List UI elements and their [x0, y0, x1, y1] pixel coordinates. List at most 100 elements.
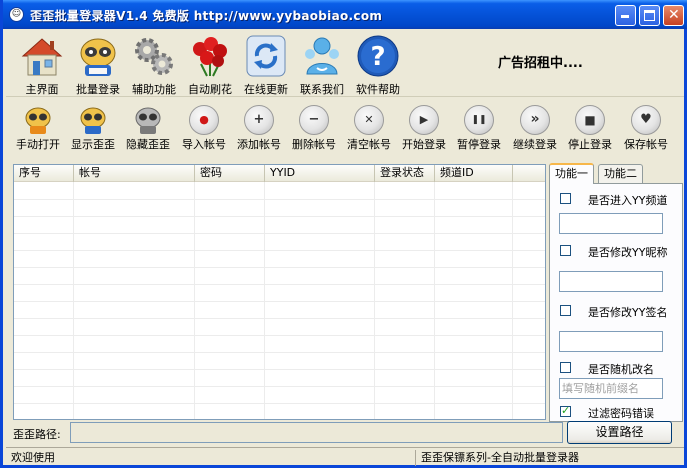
modify-nickname-checkbox[interactable]	[560, 245, 571, 256]
record-icon: ●	[189, 105, 219, 135]
column-header-account[interactable]: 帐号	[74, 165, 195, 182]
status-bar: 欢迎使用 歪歪保镖系列-全自动批量登录器	[6, 447, 684, 466]
table-row-line	[14, 250, 545, 251]
yy-path-input[interactable]	[70, 422, 563, 443]
enter-channel-checkbox[interactable]	[560, 193, 571, 204]
yy-path-label: 歪歪路径:	[13, 428, 61, 441]
import-accounts-button[interactable]: ● 导入帐号	[177, 102, 231, 156]
table-row-line	[14, 267, 545, 268]
table-row-line	[14, 403, 545, 404]
modify-signature-checkbox[interactable]	[560, 305, 571, 316]
title-bar[interactable]: ☺ 歪歪批量登录器V1.4 免费版 http://www.yybaobiao.c…	[3, 0, 687, 29]
nickname-input[interactable]	[559, 271, 663, 292]
column-header-yyid[interactable]: YYID	[265, 165, 375, 182]
toolbar-contact-label: 联系我们	[300, 83, 344, 96]
app-window: ☺ 歪歪批量登录器V1.4 免费版 http://www.yybaobiao.c…	[0, 0, 687, 468]
signature-input[interactable]	[559, 331, 663, 352]
table-row-line	[14, 386, 545, 387]
maximize-icon	[644, 10, 655, 21]
help-icon: ?	[357, 35, 399, 77]
delete-account-button[interactable]: − 删除帐号	[287, 102, 341, 156]
maximize-button[interactable]	[639, 5, 660, 26]
toolbar-help-button[interactable]: ? 软件帮助	[350, 31, 406, 96]
save-accounts-label: 保存帐号	[624, 138, 668, 151]
column-header-index[interactable]: 序号	[14, 165, 74, 182]
random-prefix-input[interactable]: 填写随机前缀名	[559, 378, 663, 399]
toolbar-auto-flower-label: 自动刷花	[188, 83, 232, 96]
filter-bad-password-label: 过滤密码错误	[588, 407, 654, 420]
gears-icon	[135, 38, 173, 75]
toolbar-auto-flower-button[interactable]: 自动刷花	[182, 31, 238, 96]
accounts-table[interactable]: 序号 帐号 密码 YYID 登录状态 频道ID	[13, 164, 546, 420]
action-toolbar: 手动打开 显示歪歪 隐藏歪歪 ● 导入帐号 + 添加帐号 − 删除帐号 ✕ 清空…	[6, 102, 684, 158]
show-yy-button[interactable]: 显示歪歪	[66, 102, 120, 156]
close-button[interactable]: ✕	[663, 5, 684, 26]
manual-open-button[interactable]: 手动打开	[11, 102, 65, 156]
save-accounts-button[interactable]: ♥ 保存帐号	[619, 102, 673, 156]
roses-icon	[193, 37, 227, 77]
enter-channel-label: 是否进入YY频道	[588, 194, 668, 207]
modify-signature-label: 是否修改YY签名	[588, 306, 668, 319]
toolbar-batch-login-label: 批量登录	[76, 83, 120, 96]
minus-icon: −	[299, 105, 329, 135]
toolbar-update-label: 在线更新	[244, 83, 288, 96]
stop-icon: ■	[575, 105, 605, 135]
raccoon-icon	[80, 38, 116, 76]
svg-text:?: ?	[370, 42, 385, 72]
hide-yy-button[interactable]: 隐藏歪歪	[121, 102, 175, 156]
app-logo-icon: ☺	[9, 7, 24, 22]
toolbar-help-label: 软件帮助	[356, 83, 400, 96]
window-title: 歪歪批量登录器V1.4 免费版 http://www.yybaobiao.com	[30, 9, 383, 23]
table-row-line	[14, 199, 545, 200]
close-icon: ✕	[668, 7, 680, 23]
main-toolbar: 主界面 批量登录 辅助功能 自动刷花 在线更新 联系我们 ? 软件帮助 广告招租…	[6, 29, 684, 97]
random-rename-label: 是否随机改名	[588, 363, 654, 376]
plus-icon: +	[244, 105, 274, 135]
channel-input[interactable]	[559, 213, 663, 234]
minimize-button[interactable]	[615, 5, 636, 26]
toolbar-home-label: 主界面	[25, 83, 59, 96]
start-login-button[interactable]: ▶ 开始登录	[397, 102, 451, 156]
toolbar-contact-button[interactable]: 联系我们	[294, 31, 350, 96]
tab-function-two[interactable]: 功能二	[598, 164, 643, 183]
stop-login-button[interactable]: ■ 停止登录	[563, 102, 617, 156]
toolbar-update-button[interactable]: 在线更新	[238, 31, 294, 96]
refresh-icon	[246, 35, 286, 77]
table-row-line	[14, 233, 545, 234]
table-row-line	[14, 352, 545, 353]
column-header-filler	[513, 165, 545, 182]
x-icon: ✕	[354, 105, 384, 135]
contact-icon	[305, 37, 339, 75]
modify-nickname-label: 是否修改YY昵称	[588, 246, 668, 259]
heart-icon: ♥	[631, 105, 661, 135]
house-icon	[21, 38, 63, 76]
clear-accounts-button[interactable]: ✕ 清空帐号	[342, 102, 396, 156]
add-account-button[interactable]: + 添加帐号	[232, 102, 286, 156]
table-row-line	[14, 369, 545, 370]
resume-login-button[interactable]: » 继续登录	[508, 102, 562, 156]
forward-icon: »	[520, 105, 550, 135]
status-product-name: 歪歪保镖系列-全自动批量登录器	[421, 451, 579, 464]
raccoon-icon	[80, 107, 106, 134]
random-rename-checkbox[interactable]	[560, 362, 571, 373]
tab-function-one[interactable]: 功能一	[549, 163, 594, 184]
toolbar-batch-login-button[interactable]: 批量登录	[70, 31, 126, 96]
pause-icon: ❚❚	[464, 105, 494, 135]
raccoon-gray-icon	[135, 107, 161, 134]
tab-content: 是否进入YY频道 是否修改YY昵称 是否修改YY签名 是否随机改名 填写随机前缀…	[549, 183, 683, 422]
toolbar-assist-button[interactable]: 辅助功能	[126, 31, 182, 96]
filter-bad-password-checkbox[interactable]	[560, 404, 571, 417]
table-row-line	[14, 318, 545, 319]
column-header-login-status[interactable]: 登录状态	[375, 165, 435, 182]
table-row-line	[14, 216, 545, 217]
table-row-line	[14, 335, 545, 336]
play-icon: ▶	[409, 105, 439, 135]
toolbar-assist-label: 辅助功能	[132, 83, 176, 96]
pause-login-button[interactable]: ❚❚ 暂停登录	[452, 102, 506, 156]
toolbar-home-button[interactable]: 主界面	[14, 31, 70, 96]
set-path-button[interactable]: 设置路径	[567, 421, 672, 444]
column-header-channel-id[interactable]: 频道ID	[435, 165, 513, 182]
raccoon-icon	[25, 107, 51, 134]
minimize-icon	[621, 15, 629, 18]
column-header-password[interactable]: 密码	[195, 165, 265, 182]
